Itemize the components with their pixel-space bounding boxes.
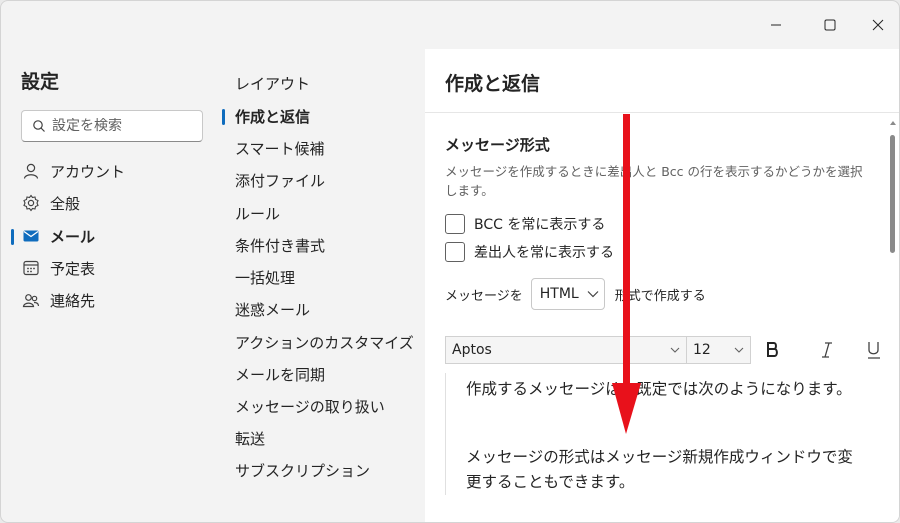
panel-title: 作成と返信 (445, 73, 541, 95)
active-indicator (11, 229, 14, 245)
nav-item-label: 全般 (50, 194, 81, 213)
chevron-down-icon (670, 347, 680, 353)
people-icon (21, 290, 41, 310)
search-icon (33, 120, 45, 132)
nav-item-general[interactable]: 全般 (21, 189, 211, 217)
mail-section-sync[interactable]: メールを同期 (235, 364, 325, 386)
mail-section-layout[interactable]: レイアウト (235, 73, 310, 95)
mail-section-attachments[interactable]: 添付ファイル (235, 170, 325, 192)
settings-title: 設定 (21, 71, 60, 93)
mail-section-smart[interactable]: スマート候補 (235, 138, 325, 160)
calendar-icon (21, 258, 41, 278)
message-preview: 作成するメッセージは、既定では次のようになります。 メッセージの形式はメッセージ… (445, 373, 875, 495)
nav-item-calendar[interactable]: 予定表 (21, 254, 211, 282)
nav-item-label: アカウント (50, 162, 126, 181)
underline-button[interactable] (866, 336, 882, 368)
scroll-up-icon (890, 121, 896, 125)
italic-button[interactable] (819, 336, 835, 368)
panel-scrollbar[interactable] (888, 119, 898, 514)
bcc-checkbox-row[interactable]: BCC を常に表示する (445, 213, 605, 235)
compose-prefix: メッセージを (445, 288, 523, 304)
section-title: メッセージ形式 (445, 136, 550, 154)
minimize-icon (771, 24, 781, 26)
scroll-thumb[interactable] (890, 135, 895, 253)
mail-section-handling[interactable]: メッセージの取り扱い (235, 396, 385, 418)
mail-icon (21, 226, 41, 246)
bcc-checkbox[interactable] (445, 214, 465, 234)
from-checkbox[interactable] (445, 242, 465, 262)
minimize-button[interactable] (762, 11, 790, 39)
mail-section-sweep[interactable]: 一括処理 (235, 267, 295, 289)
mail-section-forwarding[interactable]: 転送 (235, 428, 265, 450)
font-size-value: 12 (693, 342, 711, 358)
bold-button[interactable] (765, 336, 781, 368)
mail-section-compose[interactable]: 作成と返信 (235, 106, 310, 128)
from-checkbox-row[interactable]: 差出人を常に表示する (445, 241, 614, 263)
format-dropdown[interactable]: HTML (530, 278, 605, 310)
mail-section-conditional[interactable]: 条件付き書式 (235, 235, 325, 257)
italic-icon (822, 342, 832, 358)
close-button[interactable] (864, 11, 892, 39)
compose-format-row: メッセージを HTML 形式で作成する (445, 278, 706, 310)
preview-line-1: 作成するメッセージは、既定では次のようになります。 (466, 380, 852, 398)
close-icon (872, 19, 884, 31)
gear-icon (21, 193, 41, 213)
search-input[interactable] (52, 118, 192, 134)
maximize-icon (824, 19, 836, 31)
bold-icon (767, 342, 778, 357)
compose-suffix: 形式で作成する (614, 288, 706, 304)
mail-section-junk[interactable]: 迷惑メール (235, 299, 310, 321)
settings-search[interactable] (21, 110, 203, 142)
nav-item-label: 予定表 (50, 259, 96, 278)
bcc-checkbox-label: BCC を常に表示する (474, 217, 606, 233)
mail-section-actions[interactable]: アクションのカスタマイズ (235, 332, 414, 354)
mail-section-subscriptions[interactable]: サブスクリプション (235, 460, 370, 482)
underline-icon (868, 342, 880, 359)
nav-item-label: 連絡先 (50, 291, 96, 310)
from-checkbox-label: 差出人を常に表示する (474, 245, 614, 261)
panel-header: 作成と返信 (425, 49, 899, 113)
nav-item-contacts[interactable]: 連絡先 (21, 286, 211, 314)
font-dropdown[interactable]: Aptos (445, 336, 687, 364)
nav-item-mail[interactable]: メール (21, 222, 211, 250)
format-value: HTML (539, 286, 579, 302)
nav-item-account[interactable]: アカウント (21, 157, 211, 185)
section-description: メッセージを作成するときに差出人と Bcc の行を表示するかどうかを選択します。 (445, 164, 863, 198)
settings-panel: 作成と返信 メッセージ形式 メッセージを作成するときに差出人と Bcc の行を表… (425, 49, 899, 522)
nav-item-label: メール (50, 227, 96, 246)
title-bar (1, 1, 899, 49)
chevron-down-icon (587, 291, 599, 298)
settings-window: 設定 アカウント 全般 メール 予定表 連絡先 レイアウト 作成と (0, 0, 900, 523)
section-active-indicator (222, 109, 225, 125)
format-toolbar: Aptos 12 (445, 336, 751, 364)
mail-section-rules[interactable]: ルール (235, 203, 280, 225)
chevron-down-icon (734, 347, 744, 353)
font-value: Aptos (452, 342, 492, 358)
maximize-button[interactable] (816, 11, 844, 39)
person-icon (21, 161, 41, 181)
preview-line-2: メッセージの形式はメッセージ新規作成ウィンドウで変更することもできます。 (466, 448, 853, 491)
font-size-dropdown[interactable]: 12 (687, 336, 751, 364)
